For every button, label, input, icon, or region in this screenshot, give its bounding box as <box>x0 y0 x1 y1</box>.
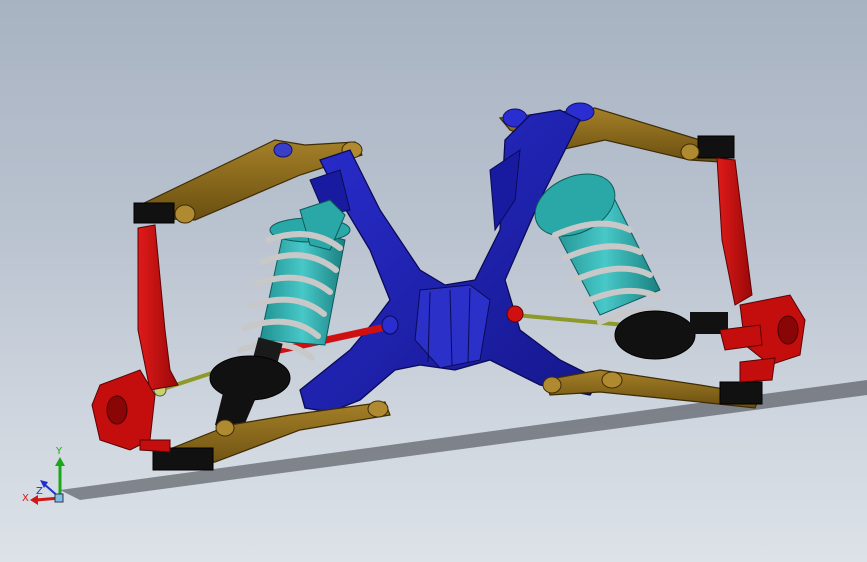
coordinate-triad: Y X Z <box>22 446 65 505</box>
right-lower-control-arm[interactable] <box>542 369 763 409</box>
right-upright[interactable] <box>716 157 806 383</box>
left-upright[interactable] <box>91 224 179 453</box>
subframe[interactable] <box>299 109 601 413</box>
right-coilover[interactable] <box>525 162 728 360</box>
suspension-model[interactable]: Y X Z <box>0 0 867 562</box>
triad-y-label: Y <box>55 446 63 457</box>
3d-viewport[interactable]: Y X Z <box>0 0 867 562</box>
triad-x-label: X <box>22 493 29 504</box>
triad-z-label: Z <box>36 486 43 497</box>
